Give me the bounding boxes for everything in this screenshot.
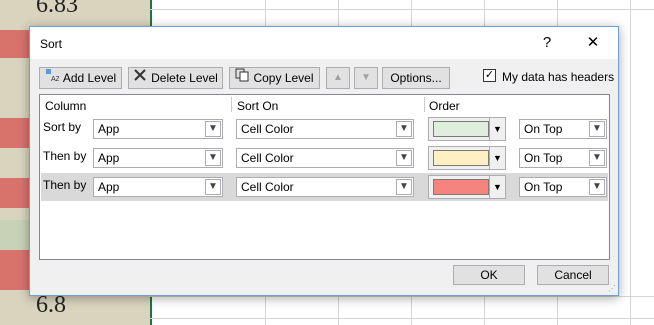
delete-level-button[interactable]: Delete Level [128, 67, 223, 89]
chevron-down-icon: ▼ [489, 147, 505, 169]
order-position-value: On Top [524, 180, 563, 194]
column-select[interactable]: App ▼ [93, 119, 223, 139]
cancel-button[interactable]: Cancel [537, 265, 609, 285]
add-level-label: Add Level [62, 71, 117, 85]
color-picker[interactable]: ▼ [428, 175, 506, 199]
grid-line [150, 9, 654, 10]
neutral-cell [0, 58, 30, 118]
dialog-title: Sort [40, 37, 63, 51]
sort-on-select[interactable]: Cell Color ▼ [236, 177, 414, 197]
close-button[interactable]: ✕ [578, 31, 608, 55]
column-value: App [98, 151, 120, 165]
title-bar: Sort ? ✕ [30, 27, 618, 59]
sort-on-value: Cell Color [241, 151, 294, 165]
chevron-down-icon: ▼ [205, 179, 221, 195]
sort-on-select[interactable]: Cell Color ▼ [236, 119, 414, 139]
chevron-down-icon: ▼ [396, 121, 412, 137]
headers-checkbox-label: My data has headers [502, 70, 615, 84]
chevron-down-icon: ▼ [589, 179, 605, 195]
order-position-select[interactable]: On Top ▼ [519, 119, 607, 139]
column-value: App [98, 180, 120, 194]
sort-on-value: Cell Color [241, 180, 294, 194]
resize-grip-icon[interactable]: ⋰ [608, 284, 616, 293]
color-picker[interactable]: ▼ [428, 146, 506, 170]
chevron-down-icon: ▼ [489, 176, 505, 198]
sort-on-select[interactable]: Cell Color ▼ [236, 148, 414, 168]
add-level-button[interactable]: AZ Add Level [39, 67, 122, 89]
green-cell [0, 220, 30, 250]
grid-line [150, 318, 654, 319]
color-swatch [433, 121, 489, 137]
delete-level-label: Delete Level [151, 71, 218, 85]
column-header: Column [45, 99, 87, 113]
move-down-button[interactable]: ▼ [354, 67, 378, 89]
order-position-select[interactable]: On Top ▼ [519, 177, 607, 197]
sort-levels-grid: Column Sort On Order Sort by App ▼ Cell C… [39, 94, 610, 260]
chevron-down-icon: ▼ [589, 121, 605, 137]
help-button[interactable]: ? [532, 31, 562, 55]
red-cell [0, 250, 30, 290]
chevron-down-icon: ▼ [489, 118, 505, 140]
chevron-down-icon: ▼ [396, 150, 412, 166]
row-label: Then by [43, 178, 87, 192]
order-position-select[interactable]: On Top ▼ [519, 148, 607, 168]
order-position-value: On Top [524, 122, 563, 136]
sort-level-row[interactable]: Sort by App ▼ Cell Color ▼ ▼ On Top ▼ [41, 115, 608, 143]
chevron-down-icon: ▼ [396, 179, 412, 195]
move-up-button[interactable]: ▲ [326, 67, 350, 89]
options-button[interactable]: Options... [382, 67, 450, 89]
color-swatch [433, 150, 489, 166]
red-cell [0, 118, 30, 148]
cell-value: 6.8 [36, 292, 66, 318]
color-swatch [433, 179, 489, 195]
column-select[interactable]: App ▼ [93, 177, 223, 197]
headers-checkbox[interactable]: ✓ [483, 69, 496, 82]
row-label: Sort by [43, 120, 82, 134]
header-separator [424, 97, 425, 112]
row-label: Then by [43, 149, 87, 163]
grid-line [630, 0, 631, 325]
cell-value: 6.83 [36, 0, 78, 18]
red-cell [0, 30, 30, 58]
order-position-value: On Top [524, 151, 563, 165]
header-separator [231, 97, 232, 112]
column-select[interactable]: App ▼ [93, 148, 223, 168]
grid-line [150, 296, 654, 297]
chevron-down-icon: ▼ [205, 150, 221, 166]
sort-on-header: Sort On [237, 99, 279, 113]
copy-level-button[interactable]: Copy Level [229, 67, 320, 89]
chevron-down-icon: ▼ [205, 121, 221, 137]
order-header: Order [429, 99, 460, 113]
color-picker[interactable]: ▼ [428, 117, 506, 141]
copy-level-icon [235, 68, 249, 88]
delete-level-icon [133, 68, 147, 88]
chevron-down-icon: ▼ [589, 150, 605, 166]
red-cell [0, 178, 30, 208]
column-value: App [98, 122, 120, 136]
sort-on-value: Cell Color [241, 122, 294, 136]
ok-button[interactable]: OK [453, 265, 525, 285]
add-level-icon: AZ [45, 68, 60, 88]
svg-text:AZ: AZ [51, 76, 59, 82]
sort-dialog: Sort ? ✕ AZ Add Level Delete Level Copy … [29, 26, 619, 296]
copy-level-label: Copy Level [253, 71, 314, 85]
sort-level-row[interactable]: Then by App ▼ Cell Color ▼ ▼ On Top ▼ [41, 144, 608, 172]
sort-level-row-selected[interactable]: Then by App ▼ Cell Color ▼ ▼ On Top ▼ [41, 173, 608, 201]
